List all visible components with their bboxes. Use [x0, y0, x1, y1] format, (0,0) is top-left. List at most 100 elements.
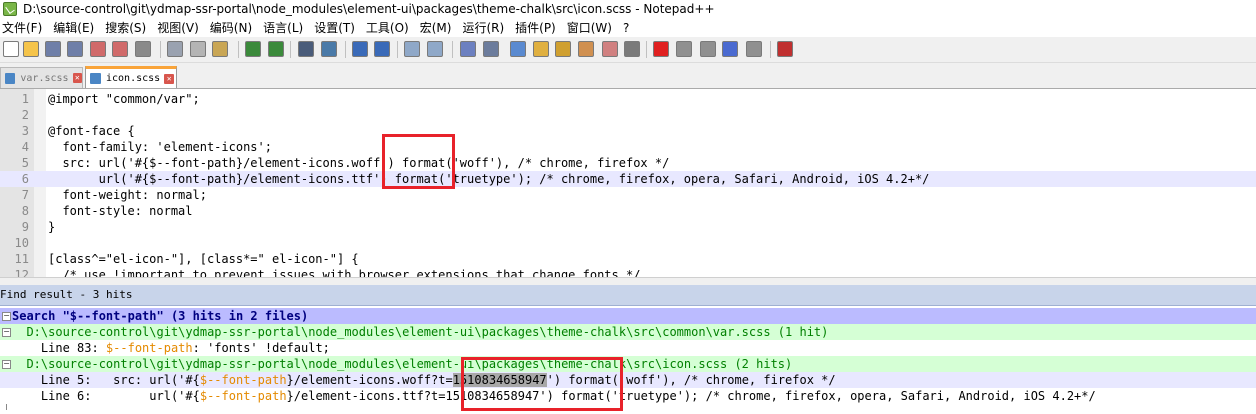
doc-map-icon[interactable]	[555, 41, 571, 57]
paste-icon[interactable]	[212, 41, 228, 57]
code-text: url('#{$--font-path}/element-icons.ttf')…	[48, 172, 930, 186]
hit-keyword: $--font-path	[199, 373, 287, 387]
collapse-icon[interactable]: −	[2, 360, 11, 369]
menu-item[interactable]: 设置(T)	[312, 19, 364, 36]
menu-item[interactable]: 运行(R)	[460, 19, 513, 36]
toolbar-separator	[290, 41, 291, 58]
tab-var-scss[interactable]: var.scss ✕	[0, 67, 83, 88]
cut-icon[interactable]	[167, 41, 183, 57]
hit-keyword: $--font-path	[199, 389, 287, 403]
undo-icon[interactable]	[245, 41, 261, 57]
line-number: 12	[14, 268, 29, 277]
play-macro-icon[interactable]	[700, 41, 716, 57]
tab-icon-scss[interactable]: icon.scss ✕	[85, 66, 177, 88]
spellcheck-icon[interactable]	[777, 41, 793, 57]
search-summary-row[interactable]: Search "$--font-path" (3 hits in 2 files…	[0, 308, 1256, 324]
result-file-row[interactable]: D:\source-control\git\ydmap-ssr-portal\n…	[0, 324, 1256, 340]
menu-bar: 文件(F) 编辑(E) 搜索(S) 视图(V) 编码(N) 语言(L) 设置(T) 工具(O)…	[0, 18, 1256, 37]
show-all-chars-icon[interactable]	[483, 41, 499, 57]
code-line[interactable]: 4 font-family: 'element-icons';	[0, 139, 1256, 155]
close-tab-icon[interactable]: ✕	[164, 73, 175, 84]
collapse-icon[interactable]: −	[2, 328, 11, 337]
menu-item[interactable]: 插件(P)	[513, 19, 565, 36]
code-line[interactable]: 9}	[0, 219, 1256, 235]
tab-label: icon.scss	[106, 73, 161, 84]
code-line[interactable]: 8 font-style: normal	[0, 203, 1256, 219]
menu-item[interactable]: ?	[621, 21, 638, 35]
line-number: 5	[21, 156, 29, 170]
zoom-out-icon[interactable]	[374, 41, 390, 57]
save-all-icon[interactable]	[67, 41, 83, 57]
save-macro-icon[interactable]	[746, 41, 762, 57]
zoom-in-icon[interactable]	[352, 41, 368, 57]
code-editor[interactable]: 1 @import "common/var"; 2 3 @font-face {4 fo…	[0, 89, 1256, 277]
title-bar: D:\source-control\git\ydmap-ssr-portal\n…	[0, 0, 1256, 18]
run-macro-multiple-icon[interactable]	[722, 41, 738, 57]
user-lang-icon[interactable]	[533, 41, 549, 57]
tab-label: var.scss	[20, 72, 69, 84]
code-line[interactable]: 11 [class^="el-icon-"], [class*=" el-icon…	[0, 251, 1256, 267]
code-line[interactable]: 12 /* use !important to prevent issues w…	[0, 267, 1256, 277]
code-line[interactable]: 6 url('#{$--font-path}/element-icons.ttf…	[0, 171, 1256, 187]
code-line[interactable]: 3 @font-face {	[0, 123, 1256, 139]
result-hit-row[interactable]: Line 6: url('#{$--font-path}/element-ico…	[0, 388, 1256, 404]
replace-icon[interactable]	[321, 41, 337, 57]
find-result-title: Find result - 3 hits	[0, 288, 133, 301]
hit-prefix: Line 5: src: url('#{	[12, 373, 200, 387]
word-wrap-icon[interactable]	[460, 41, 476, 57]
code-text: src: url('#{$--font-path}/element-icons.…	[48, 156, 670, 170]
code-line[interactable]: 5 src: url('#{$--font-path}/element-icon…	[0, 155, 1256, 171]
folder-workspace-icon[interactable]	[602, 41, 618, 57]
menu-item[interactable]: 视图(V)	[155, 19, 208, 36]
close-all-icon[interactable]	[112, 41, 128, 57]
find-results-panel[interactable]: Search "$--font-path" (3 hits in 2 files…	[0, 306, 1256, 414]
code-line[interactable]: 10	[0, 235, 1256, 251]
redo-icon[interactable]	[268, 41, 284, 57]
close-tab-icon[interactable]: ✕	[72, 73, 82, 83]
line-number: 9	[21, 220, 29, 234]
function-list-icon[interactable]	[578, 41, 594, 57]
menu-item[interactable]: 宏(M)	[418, 19, 461, 36]
open-file-icon[interactable]	[23, 41, 39, 57]
menu-item[interactable]: 语言(L)	[261, 19, 312, 36]
indent-guide-icon[interactable]	[510, 41, 526, 57]
code-text: font-style: normal	[48, 204, 193, 218]
save-icon[interactable]	[45, 41, 61, 57]
line-number: 8	[21, 204, 29, 218]
record-macro-icon[interactable]	[653, 41, 669, 57]
code-text: @import "common/var";	[48, 92, 200, 106]
hit-prefix: Line 6: url('#{	[12, 389, 200, 403]
result-file-path: D:\source-control\git\ydmap-ssr-portal\n…	[12, 325, 829, 339]
stop-record-icon[interactable]	[676, 41, 692, 57]
sync-vertical-icon[interactable]	[404, 41, 420, 57]
code-text: font-weight: normal;	[48, 188, 207, 202]
hit-mid: }/element-icons.woff?t=	[286, 373, 453, 387]
monitor-icon[interactable]	[624, 41, 640, 57]
menu-item[interactable]: 文件(F)	[0, 19, 51, 36]
print-icon[interactable]	[135, 41, 151, 57]
find-icon[interactable]	[298, 41, 314, 57]
code-line[interactable]: 1 @import "common/var";	[0, 91, 1256, 107]
collapse-icon[interactable]: −	[2, 312, 11, 321]
menu-item[interactable]: 编辑(E)	[51, 19, 103, 36]
code-text: [class^="el-icon-"], [class*=" el-icon-"…	[48, 252, 359, 266]
toolbar-separator	[452, 41, 453, 58]
find-result-header: Find result - 3 hits	[0, 285, 1256, 306]
code-text: /* use !important to prevent issues with…	[48, 268, 641, 277]
new-file-icon[interactable]	[3, 41, 19, 57]
menu-item[interactable]: 编码(N)	[208, 19, 261, 36]
result-hit-row[interactable]: Line 5: src: url('#{$--font-path}/elemen…	[0, 372, 1256, 388]
line-number: 11	[14, 252, 29, 266]
copy-icon[interactable]	[190, 41, 206, 57]
menu-item[interactable]: 搜索(S)	[103, 19, 155, 36]
menu-item[interactable]: 窗口(W)	[565, 19, 621, 36]
result-hit-row[interactable]: Line 83: $--font-path: 'fonts' !default;	[0, 340, 1256, 356]
code-text: @font-face {	[48, 124, 135, 138]
sync-horizontal-icon[interactable]	[427, 41, 443, 57]
code-line[interactable]: 7 font-weight: normal;	[0, 187, 1256, 203]
result-file-row[interactable]: D:\source-control\git\ydmap-ssr-portal\n…	[0, 356, 1256, 372]
close-icon[interactable]	[90, 41, 106, 57]
code-line[interactable]: 2	[0, 107, 1256, 123]
toolbar-separator	[160, 41, 161, 58]
menu-item[interactable]: 工具(O)	[364, 19, 418, 36]
